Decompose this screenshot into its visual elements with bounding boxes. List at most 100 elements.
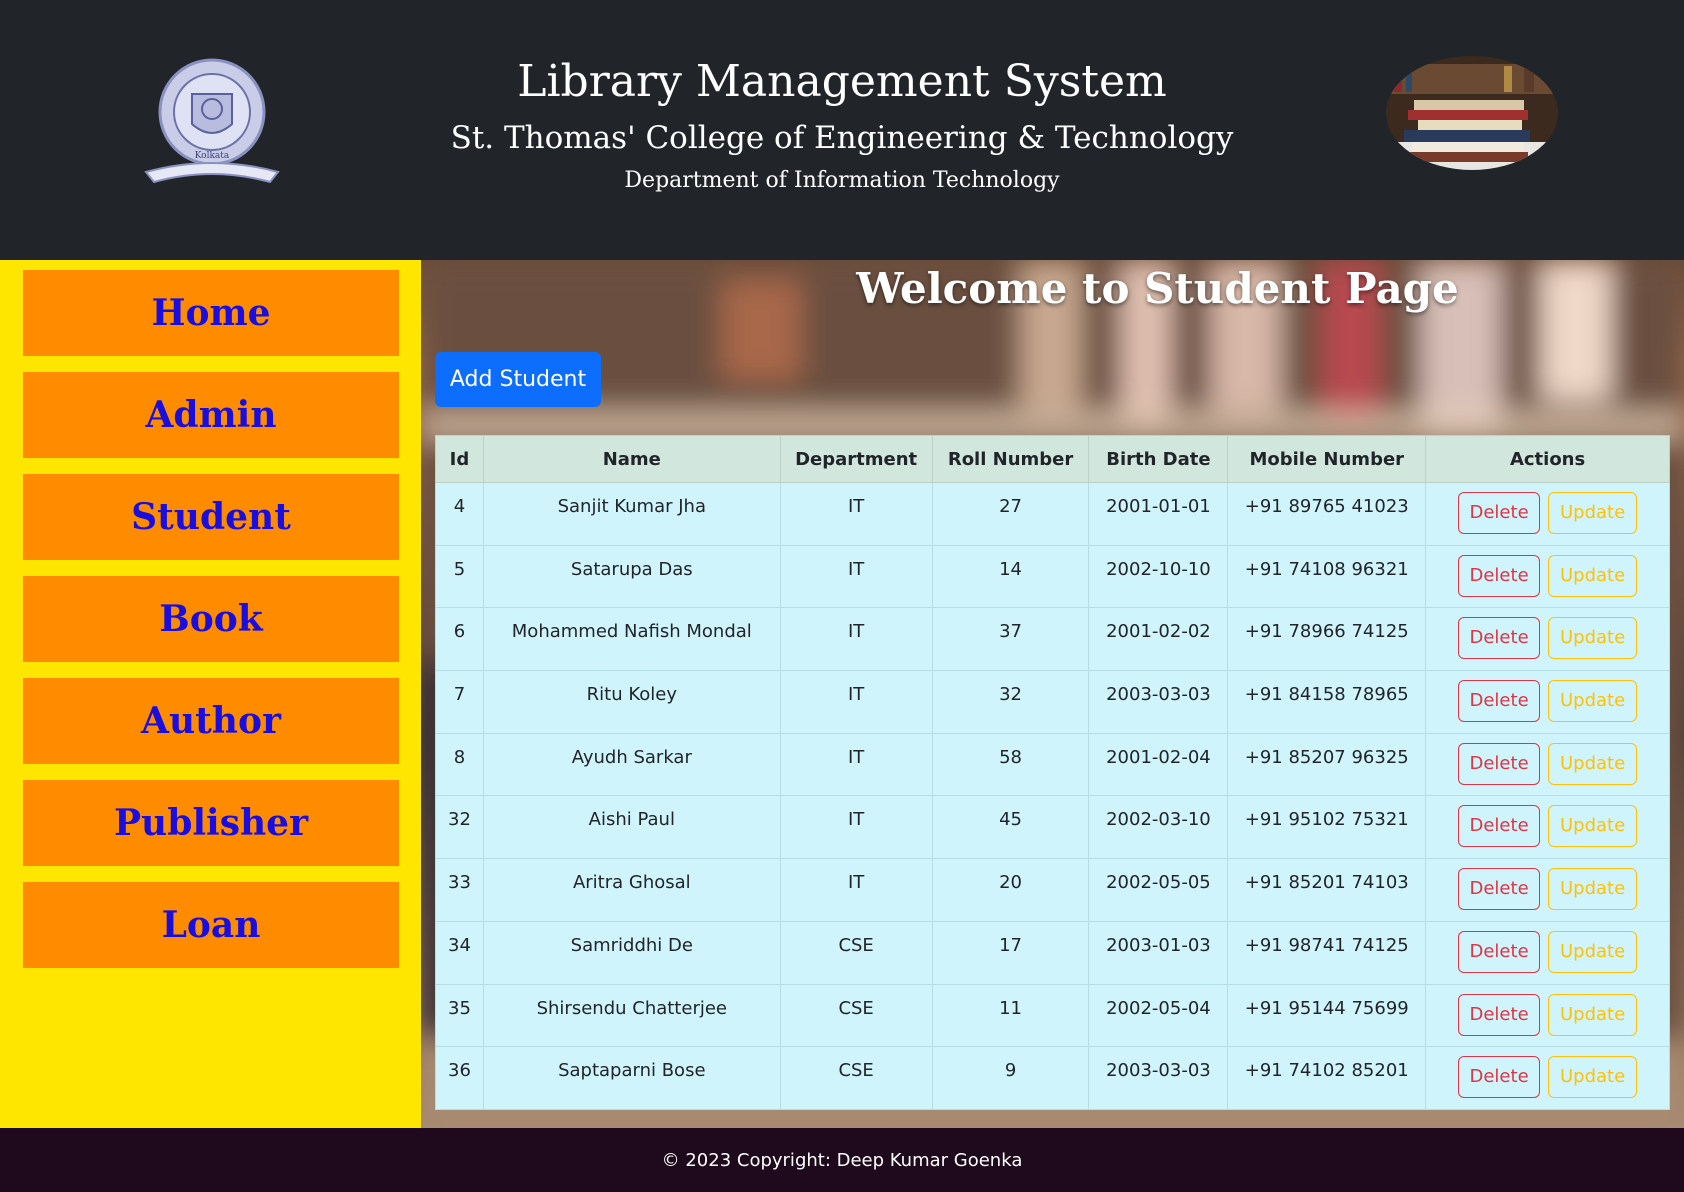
cell-department: CSE (779, 920, 933, 985)
cell-birth-date: 2003-03-03 (1088, 670, 1229, 734)
cell-mobile-number: +91 85201 74103 (1227, 858, 1427, 922)
cell-actions: Delete Update (1425, 670, 1670, 734)
cell-actions: Delete Update (1425, 858, 1670, 922)
update-button[interactable]: Update (1548, 868, 1638, 911)
delete-button[interactable]: Delete (1458, 1056, 1541, 1099)
cell-name: Satarupa Das (482, 544, 781, 609)
books-image (1386, 56, 1558, 170)
cell-actions: Delete Update (1425, 1046, 1670, 1110)
delete-button[interactable]: Delete (1458, 492, 1541, 534)
cell-name: Mohammed Nafish Mondal (482, 607, 781, 672)
cell-department: IT (779, 544, 933, 609)
cell-actions: Delete Update (1425, 732, 1670, 797)
delete-button[interactable]: Delete (1458, 680, 1541, 723)
cell-actions: Delete Update (1425, 482, 1670, 546)
cell-birth-date: 2002-03-10 (1088, 795, 1229, 860)
cell-name: Sanjit Kumar Jha (482, 482, 781, 546)
delete-button[interactable]: Delete (1458, 930, 1541, 973)
update-button[interactable]: Update (1548, 805, 1638, 848)
cell-id: 6 (435, 607, 484, 672)
update-button[interactable]: Update (1548, 492, 1638, 534)
cell-mobile-number: +91 74108 96321 (1227, 544, 1427, 609)
cell-mobile-number: +91 85207 96325 (1227, 732, 1427, 797)
cell-birth-date: 2001-02-04 (1088, 732, 1229, 797)
sidebar-item-loan[interactable]: Loan (23, 882, 399, 968)
cell-roll-number: 9 (931, 1046, 1090, 1110)
table-row: 34 Samriddhi De CSE 17 2003-01-03 +91 98741 7… (435, 920, 1670, 985)
cell-id: 33 (435, 858, 484, 922)
cell-name: Samriddhi De (482, 920, 781, 985)
cell-name: Aritra Ghosal (482, 858, 781, 922)
cell-birth-date: 2003-03-03 (1088, 1046, 1229, 1110)
cell-department: CSE (779, 983, 933, 1048)
delete-button[interactable]: Delete (1458, 868, 1541, 911)
cell-roll-number: 11 (931, 983, 1090, 1048)
cell-mobile-number: +91 84158 78965 (1227, 670, 1427, 734)
cell-name: Ayudh Sarkar (482, 732, 781, 797)
cell-id: 5 (435, 544, 484, 609)
copyright-text: © 2023 Copyright: Deep Kumar Goenka (661, 1149, 1023, 1171)
cell-name: Shirsendu Chatterjee (482, 983, 781, 1048)
cell-name: Ritu Koley (482, 670, 781, 734)
update-button[interactable]: Update (1548, 1056, 1638, 1099)
cell-id: 8 (435, 732, 484, 797)
sidebar-item-admin[interactable]: Admin (23, 372, 399, 458)
col-header-department: Department (779, 435, 933, 483)
update-button[interactable]: Update (1548, 680, 1638, 723)
update-button[interactable]: Update (1548, 993, 1638, 1036)
cell-roll-number: 32 (931, 670, 1090, 734)
table-row: 4 Sanjit Kumar Jha IT 27 2001-01-01 +91 89765… (435, 482, 1670, 546)
students-table: Id Name Department Roll Number Birth Dat… (435, 435, 1670, 1110)
update-button[interactable]: Update (1548, 930, 1638, 973)
cell-birth-date: 2001-01-01 (1088, 482, 1229, 546)
cell-roll-number: 45 (931, 795, 1090, 860)
sidebar-item-home[interactable]: Home (23, 270, 399, 356)
sidebar-item-student[interactable]: Student (23, 474, 399, 560)
students-table-wrapper: Id Name Department Roll Number Birth Dat… (435, 435, 1670, 1110)
sidebar: Home Admin Student Book Author Publisher… (0, 260, 421, 1128)
cell-department: IT (779, 732, 933, 797)
sidebar-item-publisher[interactable]: Publisher (23, 780, 399, 866)
table-row: 6 Mohammed Nafish Mondal IT 37 2001-02-02 +91… (435, 607, 1670, 672)
table-row: 32 Aishi Paul IT 45 2002-03-10 +91 95102 7532… (435, 795, 1670, 860)
cell-department: IT (779, 607, 933, 672)
cell-id: 7 (435, 670, 484, 734)
col-header-name: Name (482, 435, 781, 483)
table-row: 36 Saptaparni Bose CSE 9 2003-03-03 +91 74102… (435, 1046, 1670, 1110)
cell-id: 34 (435, 920, 484, 985)
cell-department: CSE (779, 1046, 933, 1110)
update-button[interactable]: Update (1548, 554, 1638, 597)
cell-mobile-number: +91 98741 74125 (1227, 920, 1427, 985)
cell-id: 35 (435, 983, 484, 1048)
cell-mobile-number: +91 78966 74125 (1227, 607, 1427, 672)
delete-button[interactable]: Delete (1458, 993, 1541, 1036)
sidebar-item-book[interactable]: Book (23, 576, 399, 662)
add-student-button[interactable]: Add Student (435, 352, 601, 407)
table-header-row: Id Name Department Roll Number Birth Dat… (435, 435, 1670, 483)
cell-mobile-number: +91 89765 41023 (1227, 482, 1427, 546)
delete-button[interactable]: Delete (1458, 805, 1541, 848)
cell-department: IT (779, 795, 933, 860)
delete-button[interactable]: Delete (1458, 617, 1541, 660)
sidebar-item-author[interactable]: Author (23, 678, 399, 764)
cell-mobile-number: +91 74102 85201 (1227, 1046, 1427, 1110)
update-button[interactable]: Update (1548, 617, 1638, 660)
cell-department: IT (779, 482, 933, 546)
update-button[interactable]: Update (1548, 742, 1638, 785)
col-header-mobile-number: Mobile Number (1227, 435, 1427, 483)
cell-roll-number: 17 (931, 920, 1090, 985)
cell-id: 4 (435, 482, 484, 546)
delete-button[interactable]: Delete (1458, 554, 1541, 597)
cell-roll-number: 14 (931, 544, 1090, 609)
delete-button[interactable]: Delete (1458, 742, 1541, 785)
cell-birth-date: 2001-02-02 (1088, 607, 1229, 672)
table-row: 35 Shirsendu Chatterjee CSE 11 2002-05-04 +91… (435, 983, 1670, 1048)
col-header-id: Id (435, 435, 484, 483)
cell-birth-date: 2002-10-10 (1088, 544, 1229, 609)
col-header-birth-date: Birth Date (1088, 435, 1229, 483)
table-row: 33 Aritra Ghosal IT 20 2002-05-05 +91 85201 7… (435, 858, 1670, 922)
table-row: 8 Ayudh Sarkar IT 58 2001-02-04 +91 85207 963… (435, 732, 1670, 797)
cell-birth-date: 2003-01-03 (1088, 920, 1229, 985)
cell-id: 36 (435, 1046, 484, 1110)
cell-mobile-number: +91 95144 75699 (1227, 983, 1427, 1048)
